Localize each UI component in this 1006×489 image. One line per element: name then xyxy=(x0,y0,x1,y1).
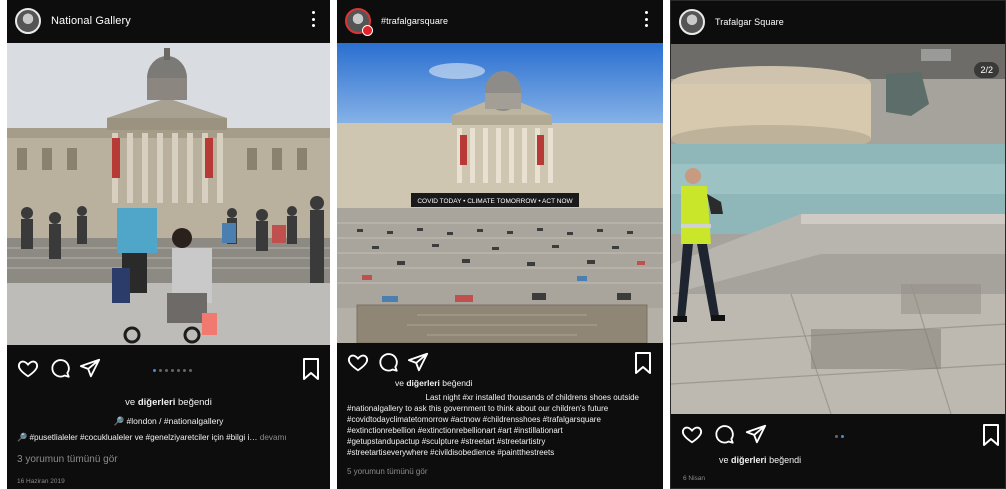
protest-banner: COVID TODAY • CLIMATE TOMORROW • ACT NOW xyxy=(417,198,573,205)
post-actions xyxy=(7,357,330,387)
likes-line[interactable]: ve diğerleri beğendi xyxy=(719,455,995,467)
carousel-indicator xyxy=(153,369,192,372)
heart-icon[interactable] xyxy=(347,351,369,373)
username[interactable]: National Gallery xyxy=(51,15,131,27)
likes-line[interactable]: ve diğerleri beğendi xyxy=(395,378,653,390)
post-actions xyxy=(337,351,663,381)
more-options-icon[interactable] xyxy=(310,8,316,30)
carousel-indicator xyxy=(835,435,844,438)
comment-icon[interactable] xyxy=(713,423,735,445)
caption-text: Last night #xr installed thousands of ch… xyxy=(347,392,653,458)
view-comments-link[interactable]: 5 yorumun tümünü gör xyxy=(347,466,653,478)
likes-line[interactable]: ve diğerleri beğendi xyxy=(17,397,320,409)
heart-icon[interactable] xyxy=(681,423,703,445)
post-photo[interactable] xyxy=(7,43,330,345)
more-options-icon[interactable] xyxy=(643,8,649,30)
caption-text: 🔎 #pusetlialeler #cocuklualeler ve #gene… xyxy=(17,433,287,442)
bookmark-icon[interactable] xyxy=(981,423,1001,447)
avatar[interactable] xyxy=(679,9,705,35)
avatar[interactable] xyxy=(345,8,373,36)
view-comments-link[interactable]: 3 yorumun tümünü gör xyxy=(17,454,320,466)
comment-icon[interactable] xyxy=(49,357,71,379)
post-trafalgar-square: Trafalgar Square 2/2 ve diğerleri beğend… xyxy=(670,0,1006,489)
comment-icon[interactable] xyxy=(377,351,399,373)
post-header: National Gallery xyxy=(7,0,330,42)
avatar[interactable] xyxy=(15,8,41,34)
username[interactable]: Trafalgar Square xyxy=(715,17,784,27)
more-link[interactable]: devamı xyxy=(260,433,287,442)
post-photo[interactable]: 2/2 xyxy=(671,44,1005,414)
username[interactable]: #trafalgarsquare xyxy=(381,16,448,26)
share-icon[interactable] xyxy=(407,351,429,373)
post-date: 16 Haziran 2019 xyxy=(17,478,65,485)
carousel-counter: 2/2 xyxy=(974,62,999,78)
post-actions xyxy=(671,423,1005,453)
caption-line: #covidtodayclimatetomorrow #actnow #chil… xyxy=(347,415,601,424)
caption-line: Last night #xr installed thousands of ch… xyxy=(425,393,639,402)
caption-line: #nationalgallery to ask this government … xyxy=(347,404,609,413)
caption-hashtags: 🔎 #london / #nationalgallery xyxy=(113,416,224,426)
post-trafalgarsquare: #trafalgarsquare COVID TODAY • CLIMATE T… xyxy=(337,0,663,489)
heart-icon[interactable] xyxy=(17,357,39,379)
bookmark-icon[interactable] xyxy=(633,351,653,375)
caption-line: #extinctionrebellion #extinctionrebellio… xyxy=(347,426,563,435)
bookmark-icon[interactable] xyxy=(301,357,321,381)
caption-line: #getupstandupactup #sculpture #streetart… xyxy=(347,437,546,446)
post-national-gallery: National Gallery ve diğerleri beğendi 🔎 … xyxy=(7,0,330,489)
share-icon[interactable] xyxy=(745,423,767,445)
post-date: 6 Nisan xyxy=(683,475,706,482)
post-photo[interactable]: COVID TODAY • CLIMATE TOMORROW • ACT NOW xyxy=(337,43,663,343)
share-icon[interactable] xyxy=(79,357,101,379)
post-header: #trafalgarsquare xyxy=(337,0,663,42)
story-badge xyxy=(362,25,373,36)
caption-line: #streetartiseverywhere #civildisobedienc… xyxy=(347,448,555,457)
post-header: Trafalgar Square xyxy=(671,1,1005,43)
